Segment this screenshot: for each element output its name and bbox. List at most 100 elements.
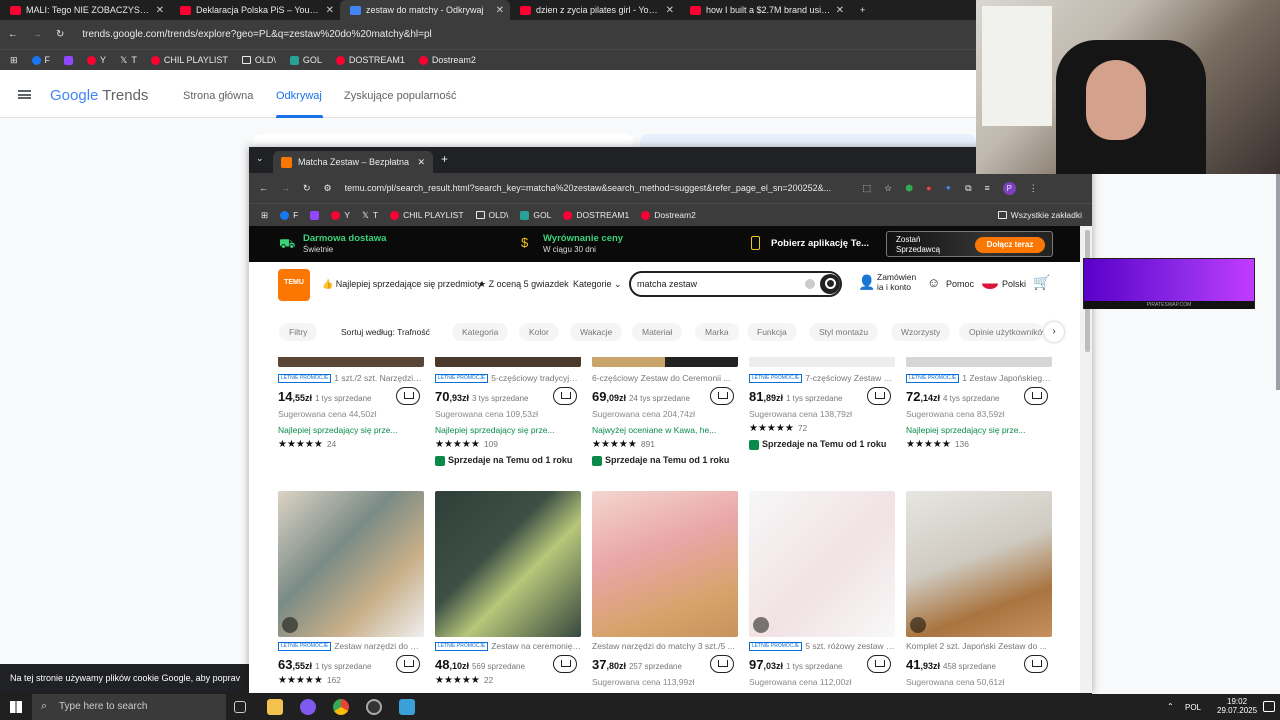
url-field[interactable]: temu.com/pl/search_result.html?search_ke… <box>345 183 850 193</box>
bookmark-gol[interactable]: GOL <box>289 55 322 65</box>
become-seller-box[interactable]: Zostań Sprzedawcą Dołącz teraz <box>886 231 1053 257</box>
filter-chip[interactable]: Materiał <box>632 323 683 341</box>
bookmark-youtube[interactable]: Y <box>331 210 350 220</box>
task-view-icon[interactable] <box>234 701 246 713</box>
cart-icon[interactable]: 🛒 <box>1033 274 1050 291</box>
chrome-icon[interactable] <box>333 699 349 715</box>
bookmark-dostream2[interactable]: Dostream2 <box>418 55 476 65</box>
filter-chip[interactable]: Kolor <box>519 323 559 341</box>
forward-icon[interactable]: → <box>32 29 42 40</box>
bookmark-twitch[interactable] <box>64 55 74 65</box>
outer-tab-5[interactable]: how I built a $2.7M brand using ✕ <box>680 0 850 20</box>
filter-chip[interactable]: Opinie użytkowników <box>959 323 1043 341</box>
bookmark-folder-old[interactable]: OLD\ <box>475 210 508 220</box>
bookmark-twitch[interactable] <box>310 210 320 220</box>
reload-icon[interactable]: ↻ <box>56 29 64 40</box>
reading-list-icon[interactable]: ≡ <box>985 183 990 193</box>
app-icon[interactable] <box>399 699 415 715</box>
add-to-cart-button[interactable] <box>1024 655 1048 673</box>
play-icon[interactable] <box>910 617 926 633</box>
chevron-right-icon[interactable]: › <box>1044 322 1064 342</box>
search-input[interactable] <box>637 277 797 291</box>
inner-tab-temu[interactable]: Matcha Zestaw – Bezpłatna wy ✕ <box>273 151 433 173</box>
site-info-icon[interactable]: ⚙ <box>324 183 332 194</box>
add-to-cart-button[interactable] <box>710 655 734 673</box>
product-image[interactable] <box>435 357 581 367</box>
add-to-cart-button[interactable] <box>553 387 577 405</box>
product-image[interactable] <box>906 357 1052 367</box>
filter-chip[interactable]: Wakacje <box>570 323 623 341</box>
nav-explore[interactable]: Odkrywaj <box>276 90 322 102</box>
language-indicator[interactable]: POL <box>1185 703 1201 712</box>
promo-price-adjust[interactable]: Wyrównanie ceny W ciągu 30 dni <box>543 233 623 255</box>
close-icon[interactable]: ✕ <box>417 157 425 168</box>
help-icon[interactable]: ☺ <box>927 275 940 290</box>
shield-extension-icon[interactable]: ⬢ <box>905 183 913 194</box>
bookmark-x[interactable]: 𝕏T <box>120 55 137 66</box>
app-icon[interactable] <box>300 699 316 715</box>
bookmark-chil-playlist[interactable]: CHIL PLAYLIST <box>390 210 464 220</box>
google-trends-logo[interactable]: Google Trends <box>50 87 148 104</box>
product-image[interactable] <box>749 491 895 637</box>
join-now-button[interactable]: Dołącz teraz <box>975 237 1045 253</box>
start-button[interactable] <box>0 694 32 720</box>
product-image[interactable] <box>278 491 424 637</box>
page-scrollbar[interactable] <box>1276 174 1280 390</box>
bookmark-x[interactable]: 𝕏T <box>362 210 378 221</box>
product-title[interactable]: LETNIE PROMOCJE1 szt./2 szt. Narzędzia d… <box>278 373 424 384</box>
top-rated-tag[interactable]: Najwyżej oceniane w Kawa, he... <box>592 425 732 435</box>
filter-chip[interactable]: Kategoria <box>452 323 509 341</box>
new-tab-button[interactable]: + <box>441 152 448 166</box>
product-image[interactable] <box>906 491 1052 637</box>
nav-home[interactable]: Strona główna <box>183 90 253 102</box>
bookmark-dostream1[interactable]: DOSTREAM1 <box>563 210 629 220</box>
bookmark-dostream1[interactable]: DOSTREAM1 <box>335 55 405 65</box>
star-icon[interactable]: ☆ <box>884 183 892 194</box>
filter-chip[interactable]: Funkcja <box>747 323 797 341</box>
clock[interactable]: 19:02 29.07.2025 <box>1217 697 1257 715</box>
play-icon[interactable] <box>282 617 298 633</box>
extensions-icon[interactable]: ⧉ <box>965 183 971 194</box>
product-title[interactable]: LETNIE PROMOCJE7-częściowy Zestaw Do Ce.… <box>749 373 895 384</box>
back-icon[interactable]: ← <box>259 183 268 193</box>
bestseller-tag[interactable]: Najlepiej sprzedający się prze... <box>906 425 1046 435</box>
close-icon[interactable]: ✕ <box>326 5 334 16</box>
product-title[interactable]: Zestaw narzędzi do matchy 3 szt./5 ... <box>592 641 738 651</box>
profile-avatar[interactable]: P <box>1002 181 1016 195</box>
close-icon[interactable]: ✕ <box>496 5 504 16</box>
new-tab-button[interactable]: + <box>850 0 880 20</box>
all-bookmarks[interactable]: Wszystkie zakładki <box>997 210 1082 220</box>
bestseller-tag[interactable]: Najlepiej sprzedający się prze... <box>435 425 575 435</box>
product-image[interactable] <box>592 491 738 637</box>
sort-dropdown[interactable]: Sortuj według: Trafność <box>331 323 440 341</box>
record-extension-icon[interactable]: ● <box>926 183 931 193</box>
chevron-up-icon[interactable]: ⌃ <box>1167 702 1174 711</box>
sponsor-banner[interactable]: PIRATESWAP.COM <box>1083 258 1255 309</box>
language-selector[interactable]: Polski <box>1002 279 1026 289</box>
add-to-cart-button[interactable] <box>710 387 734 405</box>
bookmark-facebook[interactable]: F <box>280 210 298 220</box>
translate-extension-icon[interactable]: ✦ <box>945 183 953 194</box>
bookmark-folder-old[interactable]: OLD\ <box>241 55 276 65</box>
add-to-cart-button[interactable] <box>396 387 420 405</box>
bookmark-facebook[interactable]: F <box>31 55 50 65</box>
install-icon[interactable]: ⬚ <box>863 183 872 194</box>
menu-icon[interactable] <box>18 90 31 99</box>
temu-logo[interactable]: TEMU <box>278 269 310 301</box>
outer-tab-2[interactable]: Deklaracja Polska PiS – YouTube ✕ <box>170 0 340 20</box>
apps-icon[interactable]: ⊞ <box>10 55 18 66</box>
close-icon[interactable]: ✕ <box>836 5 844 16</box>
filter-chip[interactable]: Wzorzysty <box>891 323 951 341</box>
promo-app[interactable]: Pobierz aplikację Te... <box>771 238 869 249</box>
reload-icon[interactable]: ↻ <box>303 183 311 194</box>
promo-free-delivery[interactable]: Darmowa dostawa Świetnie <box>303 233 386 255</box>
add-to-cart-button[interactable] <box>867 387 891 405</box>
product-image[interactable] <box>278 357 424 367</box>
outer-tab-1[interactable]: MALI: Tego NIE ZOBACZYSZ w ✕ <box>0 0 170 20</box>
bookmark-chil-playlist[interactable]: CHIL PLAYLIST <box>150 55 228 65</box>
product-title[interactable]: LETNIE PROMOCJE5-częściowy tradycyjny ja… <box>435 373 581 384</box>
outer-tab-4[interactable]: dzien z zycia pilates girl - YouTu ✕ <box>510 0 680 20</box>
filter-chip[interactable]: Filtry <box>279 323 318 341</box>
search-button[interactable] <box>820 274 840 294</box>
product-title[interactable]: Komplet 2 szt. Japoński Zestaw do ... <box>906 641 1052 651</box>
